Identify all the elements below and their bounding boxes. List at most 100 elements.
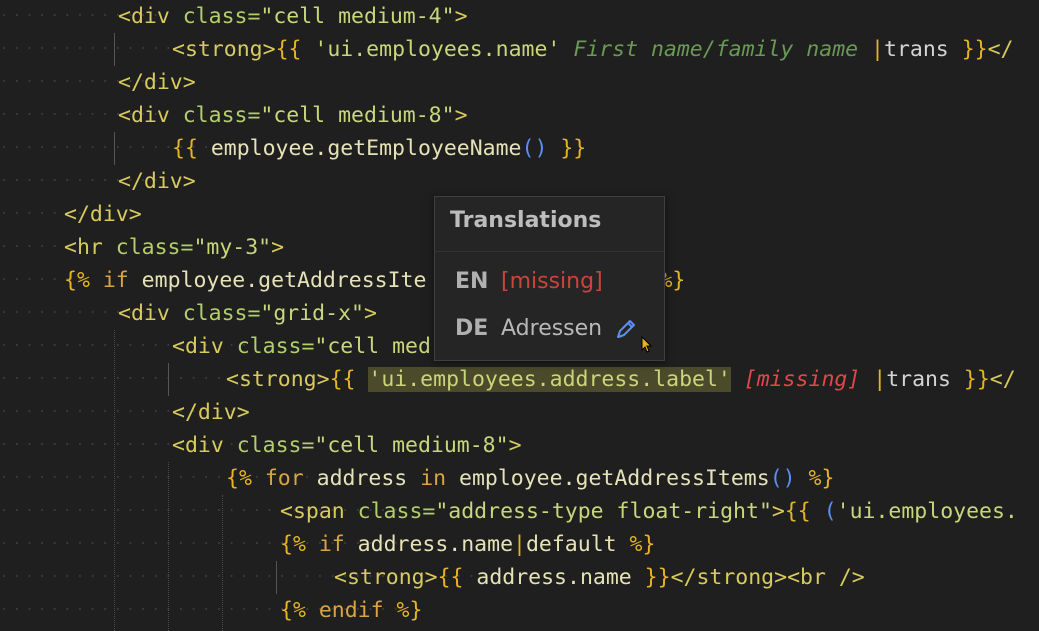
code-token: if bbox=[102, 268, 129, 293]
code-token: </div> bbox=[118, 169, 196, 194]
code-line[interactable]: <div class="cell medium-4"> bbox=[118, 0, 468, 33]
code-token: {{ bbox=[784, 499, 811, 524]
code-token: if bbox=[318, 532, 345, 557]
code-token: "cell medium-4" bbox=[260, 4, 455, 29]
code-token: %} bbox=[383, 598, 423, 623]
code-token: class= bbox=[115, 235, 194, 260]
code-token: in bbox=[420, 466, 447, 491]
translation-value: Adressen bbox=[501, 316, 603, 341]
code-token: "my-3" bbox=[193, 235, 272, 260]
code-token: class= bbox=[357, 499, 436, 524]
code-token: () bbox=[769, 466, 796, 491]
code-line[interactable]: <div class="grid-x"> bbox=[118, 297, 377, 330]
code-line[interactable]: <span class="address-type float-right">{… bbox=[280, 495, 1018, 528]
code-token: > bbox=[454, 103, 468, 128]
code-token: "cell medium-8" bbox=[314, 433, 509, 458]
translation-row-en[interactable]: EN [missing] bbox=[455, 269, 603, 294]
code-token: {% bbox=[226, 466, 252, 491]
code-token: </ bbox=[989, 367, 1016, 392]
divider bbox=[435, 251, 664, 252]
code-token: for bbox=[264, 466, 304, 491]
code-token: "cell med bbox=[314, 334, 431, 359]
code-line[interactable]: <div class="cell medium-8"> bbox=[172, 429, 522, 462]
code-token: class= bbox=[182, 103, 261, 128]
code-token: }} bbox=[963, 367, 990, 392]
indent-guide bbox=[114, 132, 116, 165]
code-token: {{ bbox=[275, 37, 302, 62]
code-line[interactable]: <strong>{{ 'ui.employees.address.label' … bbox=[226, 363, 1016, 396]
code-token: class= bbox=[236, 334, 315, 359]
code-token: <strong> bbox=[226, 367, 330, 392]
code-token: "grid-x" bbox=[260, 301, 364, 326]
code-line[interactable]: <strong>{{ address.name }}</strong><br /… bbox=[334, 561, 865, 594]
code-line[interactable]: <strong>{{ 'ui.employees.name' First nam… bbox=[172, 33, 1013, 66]
code-token: address.name bbox=[463, 565, 645, 590]
code-line[interactable]: <hr class="my-3"> bbox=[64, 231, 284, 264]
code-line[interactable]: {{ employee.getEmployeeName() }} bbox=[172, 132, 586, 165]
indent-guide bbox=[114, 330, 116, 631]
code-token: trans bbox=[886, 367, 951, 392]
popup-title: Translations bbox=[450, 208, 602, 233]
code-token: First name/family name bbox=[573, 37, 859, 62]
code-token: | bbox=[871, 37, 884, 62]
code-line[interactable]: {% if address.name|default %} bbox=[280, 528, 655, 561]
code-token: {{ bbox=[329, 367, 356, 392]
translation-value: [missing] bbox=[501, 269, 603, 294]
code-token: > bbox=[508, 433, 522, 458]
code-token: %} bbox=[616, 532, 656, 557]
translations-popup: Translations EN [missing] DE Adressen bbox=[434, 196, 665, 361]
code-line[interactable]: <div class="cell medium-8"> bbox=[118, 99, 468, 132]
code-token: [missing] bbox=[743, 367, 861, 392]
code-line[interactable]: {% for address in employee.getAddressIte… bbox=[226, 462, 834, 495]
code-token: default bbox=[525, 532, 617, 557]
code-token: }} bbox=[644, 565, 671, 590]
code-token: employee.getAddressIte bbox=[128, 268, 427, 293]
code-token: trans bbox=[884, 37, 949, 62]
code-token: class= bbox=[182, 4, 261, 29]
code-token: 'ui.employees.address.label' bbox=[368, 367, 731, 392]
code-line[interactable]: </div> bbox=[118, 165, 196, 198]
lang-code: EN bbox=[455, 269, 489, 294]
code-token: </ bbox=[987, 37, 1014, 62]
code-token: | bbox=[873, 367, 887, 392]
indent-guide bbox=[168, 462, 170, 631]
code-token: <strong> bbox=[172, 37, 276, 62]
indent-guide bbox=[114, 33, 116, 66]
code-token: }} bbox=[961, 37, 988, 62]
code-token: "address-type float-right" bbox=[435, 499, 772, 524]
code-token: () bbox=[521, 136, 548, 161]
code-line[interactable]: </div> bbox=[118, 66, 196, 99]
code-token: ( bbox=[823, 499, 837, 524]
code-token: </div> bbox=[118, 70, 196, 95]
code-line[interactable]: <div class="cell med bbox=[172, 330, 431, 363]
code-token: {{ bbox=[172, 136, 198, 161]
code-token: {% bbox=[64, 268, 90, 293]
code-line[interactable]: {% endif %} bbox=[280, 594, 422, 627]
lang-code: DE bbox=[455, 316, 489, 341]
code-line[interactable]: </div> bbox=[64, 198, 142, 231]
code-token: class= bbox=[182, 301, 261, 326]
code-token: > bbox=[454, 4, 468, 29]
code-token: <hr bbox=[64, 235, 116, 260]
code-token: <br /> bbox=[787, 565, 865, 590]
code-token: %} bbox=[795, 466, 835, 491]
code-line[interactable]: </div> bbox=[172, 396, 250, 429]
code-token: <strong> bbox=[334, 565, 438, 590]
pencil-icon[interactable] bbox=[613, 316, 639, 342]
translation-row-de[interactable]: DE Adressen bbox=[455, 316, 602, 341]
code-token: address.name bbox=[344, 532, 514, 557]
code-token: <div bbox=[172, 334, 237, 359]
code-token: | bbox=[513, 532, 526, 557]
code-token: </div> bbox=[172, 400, 250, 425]
code-token: employee.getEmployeeName bbox=[197, 136, 522, 161]
